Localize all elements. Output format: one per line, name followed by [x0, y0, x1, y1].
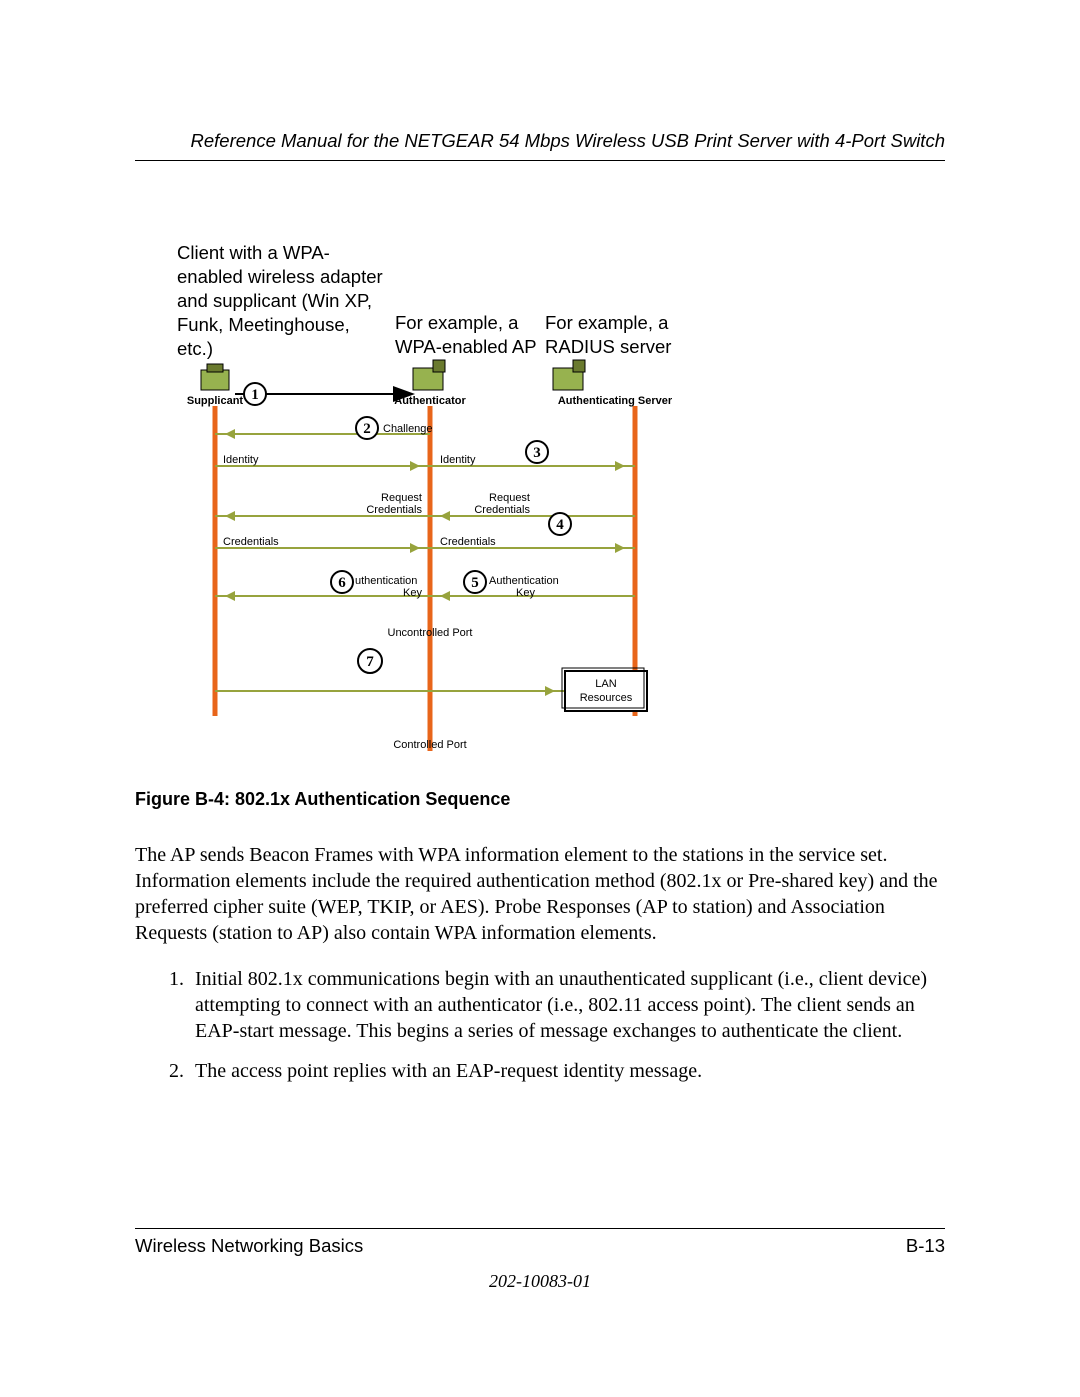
txt-cred-r: Credentials — [474, 504, 530, 516]
txt-key-r: Key — [516, 587, 535, 599]
txt-identity-r: Identity — [440, 454, 476, 466]
txt-authkey: Authentication — [489, 575, 559, 587]
label-client: Client with a WPA-enabled wireless adapt… — [177, 241, 387, 361]
txt-resources: Resources — [580, 692, 633, 704]
txt-uncontrolled: Uncontrolled Port — [388, 627, 473, 639]
txt-controlled: Controlled Port — [393, 739, 466, 751]
supplicant-icon — [201, 364, 229, 390]
txt-supplicant: Supplicant — [187, 395, 244, 407]
diagram-svg: Supplicant Authenticator Authenticating … — [175, 346, 685, 761]
diagram-labels: Client with a WPA-enabled wireless adapt… — [135, 241, 945, 346]
footer-docnum: 202-10083-01 — [135, 1271, 945, 1292]
header-title: Reference Manual for the NETGEAR 54 Mbps… — [135, 130, 945, 152]
step-1: Initial 802.1x communications begin with… — [189, 966, 945, 1044]
num-4: 4 — [556, 517, 564, 533]
num-1: 1 — [251, 387, 259, 403]
txt-credentials-l: Credentials — [223, 536, 279, 548]
page-footer: Wireless Networking Basics B-13 202-1008… — [135, 1228, 945, 1292]
txt-cred-l: Credentials — [366, 504, 422, 516]
txt-identity-l: Identity — [223, 454, 259, 466]
header-rule — [135, 160, 945, 161]
auth-sequence-diagram: Supplicant Authenticator Authenticating … — [175, 346, 685, 761]
page: Reference Manual for the NETGEAR 54 Mbps… — [0, 0, 1080, 1397]
num-3: 3 — [533, 445, 541, 461]
steps-list: Initial 802.1x communications begin with… — [135, 966, 945, 1084]
txt-req-l: Request — [381, 492, 422, 504]
body-paragraph: The AP sends Beacon Frames with WPA info… — [135, 842, 945, 946]
txt-lan: LAN — [595, 678, 616, 690]
footer-rule — [135, 1228, 945, 1229]
num-7: 7 — [366, 654, 374, 670]
txt-challenge: Challenge — [383, 423, 433, 435]
txt-uthkey: uthentication — [355, 575, 417, 587]
txt-key-l: Key — [403, 587, 422, 599]
num-2: 2 — [363, 421, 371, 437]
authenticator-icon — [413, 360, 445, 390]
txt-authserver: Authenticating Server — [558, 395, 673, 407]
figure-caption: Figure B-4: 802.1x Authentication Sequen… — [135, 789, 945, 810]
txt-credentials-r: Credentials — [440, 536, 496, 548]
step-2: The access point replies with an EAP-req… — [189, 1058, 945, 1084]
num-6: 6 — [338, 575, 346, 591]
num-5: 5 — [471, 575, 479, 591]
footer-section: Wireless Networking Basics — [135, 1235, 363, 1257]
authserver-icon — [553, 360, 585, 390]
footer-page: B-13 — [906, 1235, 945, 1257]
txt-req-r: Request — [489, 492, 530, 504]
